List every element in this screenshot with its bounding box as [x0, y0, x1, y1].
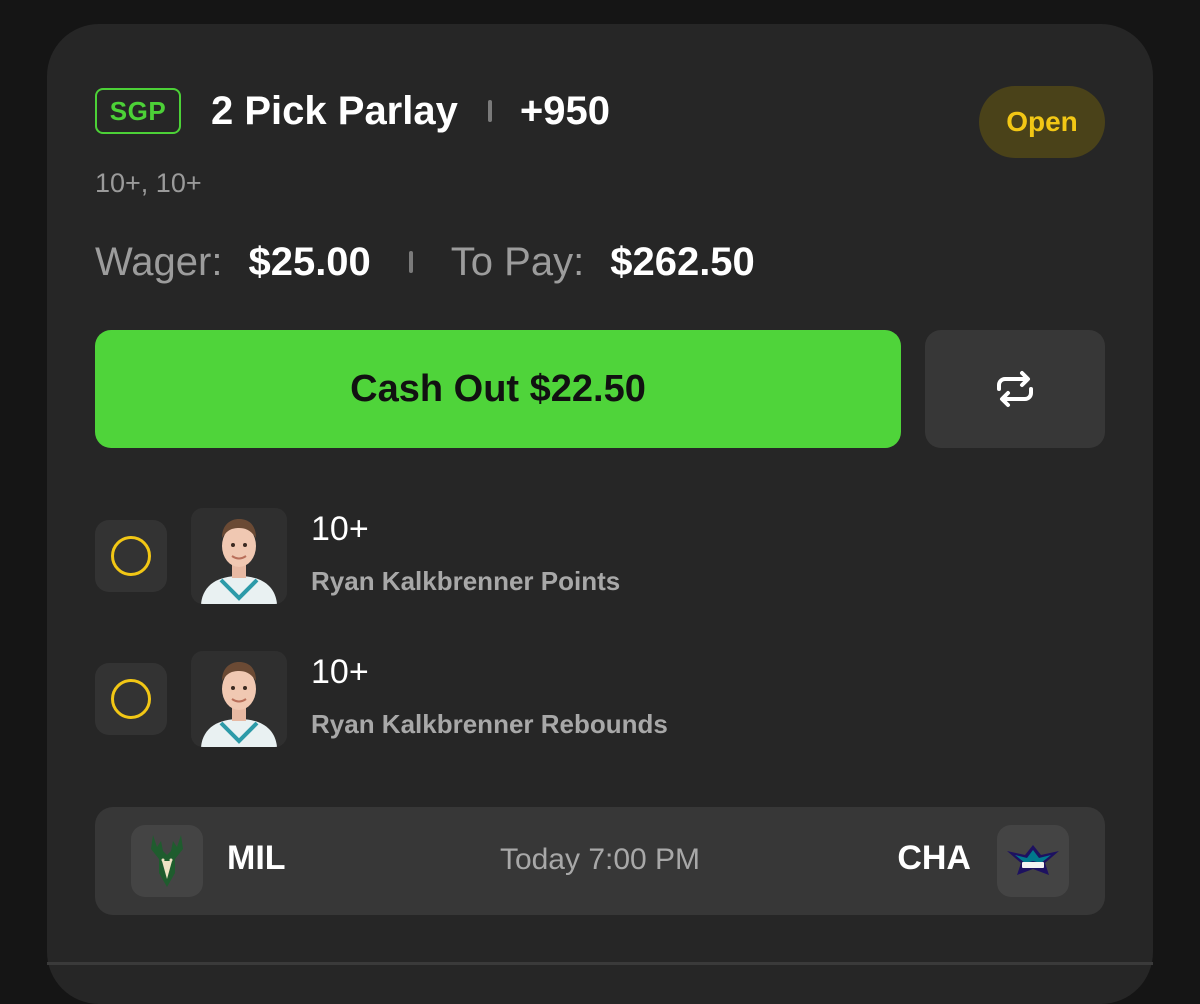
home-team-abbr: CHA [897, 839, 971, 877]
divider [47, 962, 1153, 965]
wager-label: Wager: [95, 239, 223, 284]
cash-out-button[interactable]: Cash Out $22.50 [95, 330, 901, 448]
status-badge: Open [979, 86, 1105, 158]
bet-title-row: 2 Pick Parlay +950 [211, 86, 610, 136]
bet-header: SGP 2 Pick Parlay +950 10+, 10+ Open [95, 86, 1105, 198]
leg-status [95, 520, 167, 592]
player-avatar [191, 651, 287, 747]
swap-button[interactable] [925, 330, 1105, 448]
repeat-icon [997, 371, 1033, 407]
pending-circle-icon [111, 536, 151, 576]
wager-row: Wager: $25.00 To Pay: $262.50 [95, 232, 755, 292]
bet-title: 2 Pick Parlay [211, 88, 458, 133]
leg-line: 10+ [311, 653, 369, 691]
home-team-logo [997, 825, 1069, 897]
bet-card: SGP 2 Pick Parlay +950 10+, 10+ Open Wag… [47, 24, 1153, 1004]
leg-market: Ryan Kalkbrenner Points [311, 566, 621, 596]
bet-subtitle: 10+, 10+ [95, 168, 202, 198]
player-photo-icon [191, 508, 287, 604]
to-pay-label: To Pay: [450, 239, 585, 284]
pending-circle-icon [111, 679, 151, 719]
leg-market: Ryan Kalkbrenner Rebounds [311, 709, 668, 739]
divider [408, 251, 413, 273]
parlay-leg[interactable]: 10+ Ryan Kalkbrenner Rebounds [95, 651, 995, 751]
player-photo-icon [191, 651, 287, 747]
parlay-leg[interactable]: 10+ Ryan Kalkbrenner Points [95, 508, 995, 608]
to-pay-amount: $262.50 [610, 239, 755, 284]
sgp-badge: SGP [95, 88, 181, 134]
hornets-logo-icon [1007, 845, 1059, 875]
divider [487, 100, 492, 122]
player-avatar [191, 508, 287, 604]
leg-line: 10+ [311, 510, 369, 548]
leg-status [95, 663, 167, 735]
game-matchup[interactable]: MIL Today 7:00 PM CHA [95, 807, 1105, 915]
bet-odds: +950 [519, 88, 610, 133]
wager-amount: $25.00 [248, 239, 371, 284]
